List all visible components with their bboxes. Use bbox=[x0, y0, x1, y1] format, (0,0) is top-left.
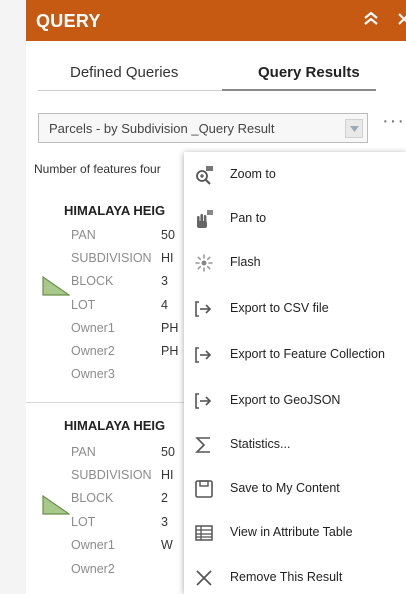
attribute-key: Owner1 bbox=[71, 321, 115, 335]
attribute-key: LOT bbox=[71, 515, 96, 529]
menu-item-label: Remove This Result bbox=[230, 570, 343, 584]
attribute-key: SUBDIVISION bbox=[71, 468, 152, 482]
panel-header: QUERY bbox=[26, 0, 406, 41]
attribute-value: 50 bbox=[161, 445, 175, 459]
polygon-symbol-icon bbox=[42, 495, 70, 515]
menu-item-label: Pan to bbox=[230, 211, 267, 225]
menu-item-label: Save to My Content bbox=[230, 481, 340, 495]
menu-item-export-csv[interactable]: Export to CSV file bbox=[184, 286, 406, 330]
attribute-value: 3 bbox=[161, 515, 168, 529]
export-icon bbox=[194, 391, 214, 411]
attribute-key: Owner1 bbox=[71, 538, 115, 552]
active-tab-indicator bbox=[222, 89, 376, 91]
menu-item-label: Zoom to bbox=[230, 167, 276, 181]
attribute-value: W bbox=[161, 538, 173, 552]
zoom-to-icon bbox=[194, 165, 214, 185]
features-count: Number of features four bbox=[34, 162, 161, 176]
attribute-key: PAN bbox=[71, 445, 96, 459]
more-options-button[interactable]: ··· bbox=[382, 111, 404, 133]
attribute-key: Owner3 bbox=[71, 367, 115, 381]
menu-item-label: View in Attribute Table bbox=[230, 525, 353, 539]
attribute-value: HI bbox=[161, 251, 174, 265]
attribute-value: 2 bbox=[161, 491, 168, 505]
sigma-icon bbox=[194, 435, 214, 455]
layer-select-value: Parcels - by Subdivision _Query Result bbox=[49, 121, 275, 136]
attribute-key: BLOCK bbox=[71, 491, 114, 505]
attribute-value: HI bbox=[161, 468, 174, 482]
select-dropdown-button[interactable] bbox=[345, 119, 363, 138]
pan-hand-icon bbox=[194, 209, 214, 229]
attribute-value: PH bbox=[161, 344, 179, 358]
result-actions-menu: Zoom to Pan to Flash Export to CSV file … bbox=[184, 152, 406, 594]
menu-item-label: Export to GeoJSON bbox=[230, 393, 341, 407]
menu-item-label: Statistics... bbox=[230, 437, 291, 451]
panel-title: QUERY bbox=[36, 11, 101, 31]
attribute-value: 4 bbox=[161, 298, 168, 312]
menu-item-export-geojson[interactable]: Export to GeoJSON bbox=[184, 378, 406, 422]
attribute-value: 50 bbox=[161, 228, 175, 242]
attribute-key: BLOCK bbox=[71, 274, 114, 288]
export-icon bbox=[194, 299, 214, 319]
menu-item-statistics[interactable]: Statistics... bbox=[184, 422, 406, 466]
result-title: HIMALAYA HEIG bbox=[64, 203, 166, 218]
polygon-symbol-icon bbox=[42, 276, 70, 296]
menu-item-label: Export to Feature Collection bbox=[230, 347, 385, 361]
attribute-value: 3 bbox=[161, 274, 168, 288]
menu-item-pan-to[interactable]: Pan to bbox=[184, 196, 406, 240]
result-title: HIMALAYA HEIG bbox=[64, 418, 166, 433]
flash-icon bbox=[194, 253, 214, 273]
menu-item-label: Flash bbox=[230, 255, 261, 269]
menu-item-zoom-to[interactable]: Zoom to bbox=[184, 152, 406, 196]
layer-select[interactable]: Parcels - by Subdivision _Query Result bbox=[38, 113, 368, 143]
left-strip bbox=[0, 0, 26, 594]
close-icon[interactable] bbox=[396, 9, 406, 29]
menu-item-label: Export to CSV file bbox=[230, 301, 329, 315]
attribute-value: PH bbox=[161, 321, 179, 335]
attribute-key: Owner2 bbox=[71, 344, 115, 358]
tab-defined-queries[interactable]: Defined Queries bbox=[70, 64, 178, 81]
table-icon bbox=[194, 523, 214, 543]
tab-query-results[interactable]: Query Results bbox=[258, 64, 360, 81]
attribute-key: Owner2 bbox=[71, 562, 115, 576]
close-icon bbox=[194, 568, 214, 588]
menu-item-flash[interactable]: Flash bbox=[184, 240, 406, 284]
attribute-key: PAN bbox=[71, 228, 96, 242]
chevron-down-icon bbox=[350, 126, 359, 132]
menu-item-view-attribute-table[interactable]: View in Attribute Table bbox=[184, 510, 406, 554]
attribute-key: SUBDIVISION bbox=[71, 251, 152, 265]
menu-item-save-to-my-content[interactable]: Save to My Content bbox=[184, 466, 406, 510]
menu-item-export-feature-collection[interactable]: Export to Feature Collection bbox=[184, 332, 406, 376]
collapse-icon[interactable] bbox=[362, 9, 380, 29]
export-icon bbox=[194, 345, 214, 365]
tab-bar: Defined Queries Query Results bbox=[26, 60, 406, 92]
menu-item-remove-result[interactable]: Remove This Result bbox=[184, 555, 406, 594]
save-icon bbox=[194, 479, 214, 499]
attribute-key: LOT bbox=[71, 298, 96, 312]
